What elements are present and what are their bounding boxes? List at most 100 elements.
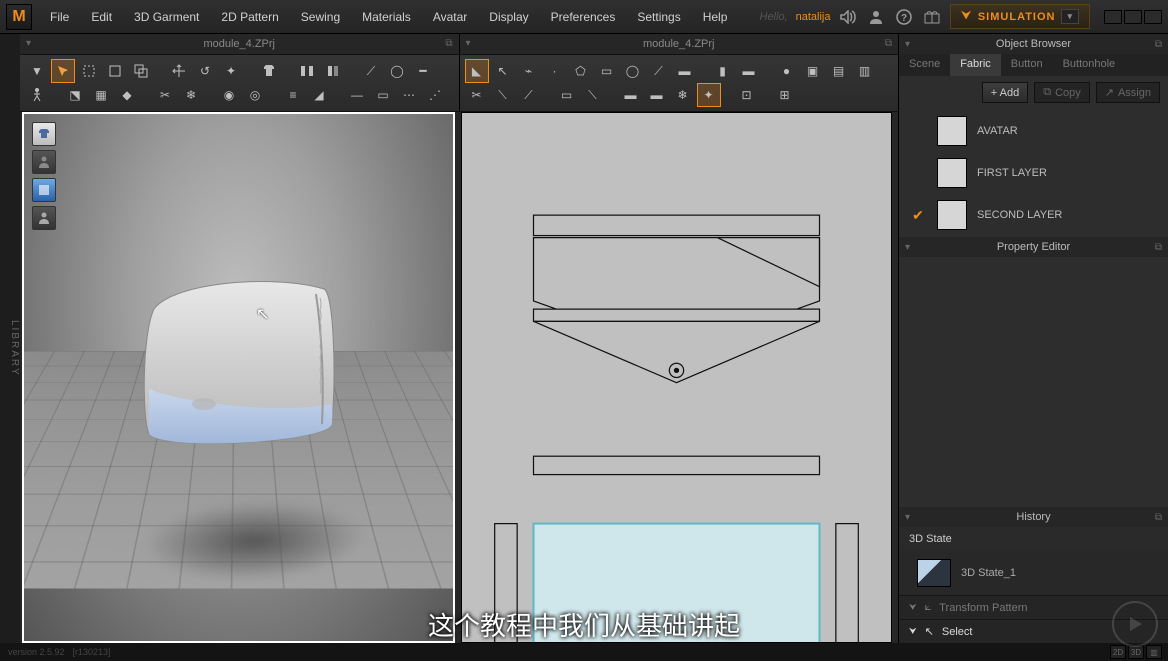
tab-fabric[interactable]: Fabric xyxy=(950,54,1001,76)
vp-avatar-skin-icon[interactable] xyxy=(32,206,56,230)
seam-icon[interactable]: ⋰ xyxy=(424,84,446,106)
polygon-icon[interactable]: ⬠ xyxy=(570,60,592,82)
panel-popout-icon[interactable]: ⧉ xyxy=(1155,39,1162,50)
select-move-icon[interactable] xyxy=(52,60,74,82)
tab-menu-icon[interactable]: ▾ xyxy=(26,38,31,49)
viewport-2d-tab[interactable]: ▾ module_4.ZPrj ⧉ xyxy=(459,34,899,54)
menu-3d-garment[interactable]: 3D Garment xyxy=(124,4,209,30)
transform-pattern-icon[interactable]: ↖ xyxy=(492,60,514,82)
rectangle-icon[interactable]: ▭ xyxy=(596,60,618,82)
simulation-button[interactable]: ⮟ SIMULATION ▾ xyxy=(950,4,1090,29)
segment-topstitch-icon[interactable]: ⟍ xyxy=(582,84,604,106)
seam-allowance-icon[interactable]: ● xyxy=(776,60,798,82)
menu-materials[interactable]: Materials xyxy=(352,4,421,30)
window-minimize-button[interactable] xyxy=(1104,10,1122,24)
edit-pattern-icon[interactable]: ◣ xyxy=(466,60,488,82)
history-accordion-transform[interactable]: ⮟ ⟀ Transform Pattern xyxy=(899,595,1168,619)
menu-settings[interactable]: Settings xyxy=(627,4,690,30)
box-select-icon[interactable] xyxy=(104,60,126,82)
free-sewing-icon[interactable]: ⟋ xyxy=(518,84,540,106)
vp-avatar-display-icon[interactable] xyxy=(32,150,56,174)
view-3d-button[interactable]: 3D xyxy=(1128,645,1144,659)
view-split-button[interactable]: ▥ xyxy=(1146,645,1162,659)
garment-icon[interactable] xyxy=(258,60,280,82)
arrangement-icon[interactable] xyxy=(296,60,318,82)
internal-line-icon[interactable]: ⟋ xyxy=(648,60,670,82)
attach-icon[interactable]: ◯ xyxy=(386,60,408,82)
app-logo[interactable]: M xyxy=(6,4,32,30)
edit-topstitch-icon[interactable]: ▭ xyxy=(556,84,578,106)
edit-print-icon[interactable]: ▦ xyxy=(90,84,112,106)
history-accordion-select[interactable]: ⮟ ↖ Select xyxy=(899,619,1168,643)
window-maximize-button[interactable] xyxy=(1124,10,1142,24)
piping-icon[interactable]: ◢ xyxy=(308,84,330,106)
edit-sewing-icon[interactable]: ✂ xyxy=(466,84,488,106)
edit-texture-icon[interactable]: ⬔ xyxy=(64,84,86,106)
button-tool-icon[interactable]: ◉ xyxy=(218,84,240,106)
tab-menu-icon[interactable]: ▾ xyxy=(466,38,471,49)
edit-curve-icon[interactable]: ⌁ xyxy=(518,60,540,82)
symmetric-icon[interactable]: ▥ xyxy=(854,60,876,82)
annotation-icon[interactable]: ▤ xyxy=(828,60,850,82)
tab-scene[interactable]: Scene xyxy=(899,54,950,76)
align-icon[interactable]: ⊡ xyxy=(736,84,758,106)
pleat-icon[interactable]: ❄ xyxy=(672,84,694,106)
menu-display[interactable]: Display xyxy=(479,4,538,30)
panel-popout-icon[interactable]: ⧉ xyxy=(1155,512,1162,523)
add-fabric-button[interactable]: + Add xyxy=(982,82,1028,103)
present-icon[interactable] xyxy=(922,7,942,27)
pattern-layout[interactable] xyxy=(462,113,891,643)
tab-popout-icon[interactable]: ⧉ xyxy=(445,38,452,49)
help-icon[interactable]: ? xyxy=(894,7,914,27)
vp-garment-display-icon[interactable] xyxy=(32,122,56,146)
tack-icon[interactable]: ⟋ xyxy=(360,60,382,82)
fabric-swatch[interactable] xyxy=(937,116,967,146)
edit-line-icon[interactable]: — xyxy=(346,84,368,106)
panel-menu-icon[interactable]: ▾ xyxy=(905,512,910,523)
add-point-icon[interactable]: · xyxy=(544,60,566,82)
gizmo-rotate-icon[interactable]: ↺ xyxy=(194,60,216,82)
flatten-icon[interactable]: ▭ xyxy=(372,84,394,106)
tab-popout-icon[interactable]: ⧉ xyxy=(885,38,892,49)
simulate-icon[interactable]: ▼ xyxy=(26,60,48,82)
graphic-icon[interactable]: ◆ xyxy=(116,84,138,106)
menu-2d-pattern[interactable]: 2D Pattern xyxy=(211,4,288,30)
dart-icon[interactable]: ▬ xyxy=(674,60,696,82)
menu-sewing[interactable]: Sewing xyxy=(291,4,350,30)
fabric-swatch[interactable] xyxy=(937,200,967,230)
ellipse-icon[interactable]: ◯ xyxy=(622,60,644,82)
fabric-check-icon[interactable]: ✔ xyxy=(909,207,927,224)
viewport-3d[interactable]: ↖ xyxy=(22,112,455,643)
panel-popout-icon[interactable]: ⧉ xyxy=(1155,242,1162,253)
fabric-row[interactable]: ✔ SECOND LAYER xyxy=(909,199,1158,231)
steam-icon[interactable]: ❄ xyxy=(180,84,202,106)
viewport-3d-tab[interactable]: ▾ module_4.ZPrj ⧉ xyxy=(20,34,459,54)
user-icon[interactable] xyxy=(866,7,886,27)
fabric-row[interactable]: AVATAR xyxy=(909,115,1158,147)
menu-help[interactable]: Help xyxy=(693,4,738,30)
buttonhole-tool-icon[interactable]: ◎ xyxy=(244,84,266,106)
avatar-walk-icon[interactable] xyxy=(26,84,48,106)
notch-icon[interactable]: ▣ xyxy=(802,60,824,82)
gizmo-move-icon[interactable] xyxy=(168,60,190,82)
library-sidebar-tab[interactable]: LIBRARY xyxy=(0,34,20,643)
menu-file[interactable]: File xyxy=(40,4,79,30)
pin-icon[interactable]: ✦ xyxy=(220,60,242,82)
menu-preferences[interactable]: Preferences xyxy=(541,4,626,30)
viewport-2d[interactable] xyxy=(461,112,892,643)
simulation-dropdown-icon[interactable]: ▾ xyxy=(1061,9,1079,24)
menu-avatar[interactable]: Avatar xyxy=(423,4,477,30)
iron-icon[interactable]: ▬ xyxy=(620,84,642,106)
menu-edit[interactable]: Edit xyxy=(81,4,122,30)
folder-icon[interactable]: ▮ xyxy=(712,60,734,82)
sound-icon[interactable] xyxy=(838,7,858,27)
vp-render-style-icon[interactable] xyxy=(32,178,56,202)
segment-sewing-icon[interactable]: ⟍ xyxy=(492,84,514,106)
grading-icon[interactable]: ✦ xyxy=(698,84,720,106)
fold-icon[interactable] xyxy=(322,60,344,82)
tab-button[interactable]: Button xyxy=(1001,54,1053,76)
edit-segment-icon[interactable]: ✂ xyxy=(154,84,176,106)
tuck-icon[interactable]: ▬ xyxy=(646,84,668,106)
select-mesh-icon[interactable] xyxy=(78,60,100,82)
window-close-button[interactable] xyxy=(1144,10,1162,24)
